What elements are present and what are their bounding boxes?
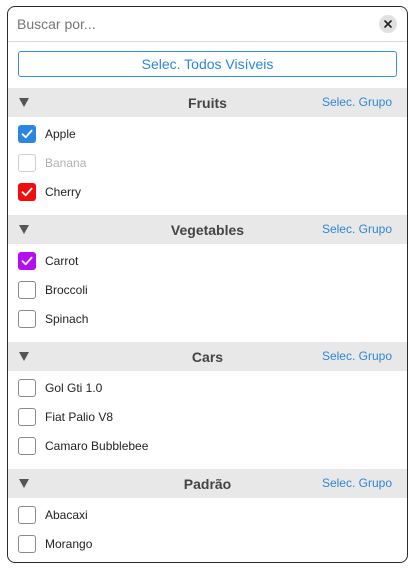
- list-item[interactable]: Broccoli: [8, 276, 407, 305]
- checkbox[interactable]: [18, 125, 36, 143]
- list-item[interactable]: Abacaxi: [8, 501, 407, 530]
- group-title: Fruits: [188, 94, 227, 111]
- item-label: Apple: [45, 127, 76, 141]
- item-label: Morango: [45, 537, 93, 551]
- clear-search-button[interactable]: [379, 15, 397, 33]
- checkbox[interactable]: [18, 408, 36, 426]
- group-header: Vegetables Selec. Grupo: [8, 215, 407, 244]
- item-label: Fiat Palio V8: [45, 410, 114, 424]
- checkmark-icon: [21, 129, 33, 139]
- group-title: Cars: [191, 348, 224, 365]
- caret-down-icon[interactable]: [19, 479, 29, 488]
- item-label: Carrot: [45, 254, 79, 268]
- group-header: Cars Selec. Grupo: [8, 342, 407, 371]
- checkmark-icon: [21, 256, 33, 266]
- select-group-link[interactable]: Selec. Grupo: [322, 95, 392, 109]
- item-label: Spinach: [45, 312, 89, 326]
- close-icon: [384, 20, 392, 28]
- item-label: Gol Gti 1.0: [45, 381, 103, 395]
- caret-down-icon[interactable]: [19, 352, 29, 361]
- checkbox[interactable]: [18, 535, 36, 553]
- list-item[interactable]: Carrot: [8, 247, 407, 276]
- search-input[interactable]: [17, 14, 367, 34]
- list-item[interactable]: Gol Gti 1.0: [8, 374, 407, 403]
- list-item[interactable]: Camaro Bubblebee: [8, 432, 407, 461]
- group-header: Padrão Selec. Grupo: [8, 469, 407, 498]
- checkbox[interactable]: [18, 379, 36, 397]
- list-item[interactable]: Apple: [8, 120, 407, 149]
- item-label: Cherry: [45, 185, 82, 199]
- select-group-link[interactable]: Selec. Grupo: [322, 349, 392, 363]
- search-row: [8, 7, 407, 42]
- group-items: Abacaxi Morango: [8, 498, 407, 562]
- item-label: Camaro Bubblebee: [45, 439, 149, 453]
- select-all-visible-button[interactable]: Selec. Todos Visíveis: [18, 51, 397, 77]
- select-group-link[interactable]: Selec. Grupo: [322, 222, 392, 236]
- list-item[interactable]: Spinach: [8, 305, 407, 334]
- item-label: Abacaxi: [45, 508, 88, 522]
- checkbox[interactable]: [18, 252, 36, 270]
- select-group-link[interactable]: Selec. Grupo: [322, 476, 392, 490]
- group-title: Padrão: [183, 475, 232, 492]
- checkbox[interactable]: [18, 310, 36, 328]
- caret-down-icon[interactable]: [19, 98, 29, 107]
- checkmark-icon: [21, 187, 33, 197]
- checkbox[interactable]: [18, 183, 36, 201]
- caret-down-icon[interactable]: [19, 225, 29, 234]
- group-list: Fruits Selec. Grupo Apple Banana Cherry Veget…: [8, 88, 407, 562]
- group-items: Gol Gti 1.0 Fiat Palio V8 Camaro Bubblebee: [8, 371, 407, 469]
- multiselect-panel: Selec. Todos Visíveis Fruits Selec. Grupo…: [7, 6, 408, 563]
- group-items: Apple Banana Cherry: [8, 117, 407, 215]
- checkbox: [18, 154, 36, 172]
- checkbox[interactable]: [18, 281, 36, 299]
- checkbox[interactable]: [18, 437, 36, 455]
- list-item[interactable]: Fiat Palio V8: [8, 403, 407, 432]
- list-item[interactable]: Cherry: [8, 178, 407, 207]
- checkbox[interactable]: [18, 506, 36, 524]
- group-title: Vegetables: [170, 221, 245, 238]
- group-header: Fruits Selec. Grupo: [8, 88, 407, 117]
- item-label: Banana: [45, 156, 87, 170]
- group-items: Carrot Broccoli Spinach: [8, 244, 407, 342]
- list-item[interactable]: Morango: [8, 530, 407, 559]
- item-label: Broccoli: [45, 283, 88, 297]
- list-item: Banana: [8, 149, 407, 178]
